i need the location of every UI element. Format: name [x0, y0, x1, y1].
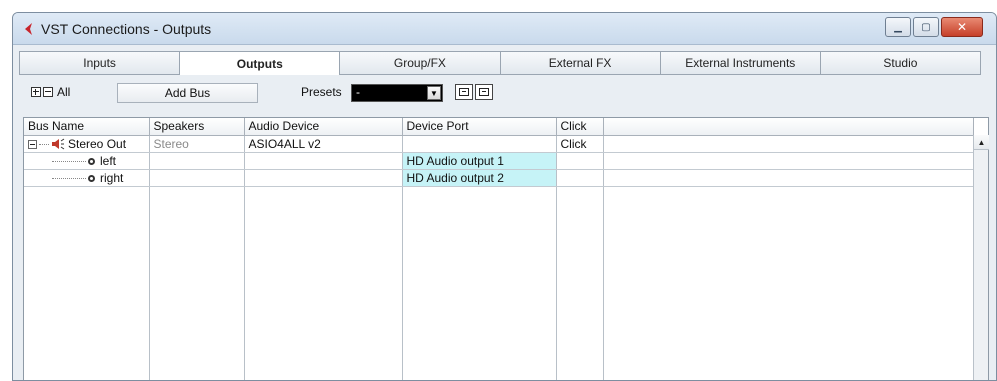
store-preset-button[interactable]: [455, 84, 473, 100]
connection-tabs: Inputs Outputs Group/FX External FX Exte…: [19, 51, 982, 75]
device-port-cell[interactable]: HD Audio output 1: [402, 152, 557, 170]
empty-cell: [603, 152, 974, 170]
column-header-click[interactable]: Click: [556, 118, 604, 136]
bus-name-cell[interactable]: right: [24, 169, 150, 187]
store-preset-icon: [459, 88, 469, 96]
bus-grid: Bus Name Speakers Audio Device Device Po…: [23, 117, 989, 380]
empty-cell: [556, 186, 604, 380]
maximize-button[interactable]: ▢: [913, 17, 939, 37]
channel-name: left: [100, 153, 117, 168]
empty-grid-area: [24, 186, 974, 380]
tree-connector: [52, 177, 86, 179]
empty-cell: [244, 186, 403, 380]
audio-device-cell[interactable]: ASIO4ALL v2: [244, 135, 403, 153]
empty-cell: [24, 186, 150, 380]
tree-connector: [39, 143, 49, 145]
presets-label: Presets: [301, 85, 342, 99]
channel-node-icon: [88, 174, 95, 182]
window-title: VST Connections - Outputs: [41, 21, 212, 37]
column-header-speakers[interactable]: Speakers: [149, 118, 245, 136]
empty-cell: [402, 186, 557, 380]
column-header-bus-name[interactable]: Bus Name: [24, 118, 150, 136]
grid-header: Bus Name Speakers Audio Device Device Po…: [24, 118, 974, 136]
bus-name: Stereo Out: [68, 136, 127, 151]
chevron-down-icon[interactable]: ▼: [427, 86, 441, 100]
presets-value: -: [356, 85, 360, 99]
maximize-icon: ▢: [921, 21, 931, 33]
channel-node-icon: [88, 157, 95, 165]
remove-preset-icon: [479, 88, 489, 96]
table-row[interactable]: left HD Audio output 1: [24, 152, 974, 170]
audio-device-cell[interactable]: [244, 169, 403, 187]
empty-cell: [603, 186, 974, 380]
presets-select[interactable]: - ▼: [351, 84, 443, 102]
add-bus-button[interactable]: Add Bus: [117, 83, 258, 103]
minimize-icon: ▁: [894, 21, 902, 33]
scroll-up-icon[interactable]: ▲: [974, 135, 989, 150]
tab-external-instruments[interactable]: External Instruments: [659, 51, 820, 75]
close-button[interactable]: ✕: [941, 17, 983, 37]
speakers-cell[interactable]: [149, 169, 245, 187]
speaker-icon: [52, 138, 65, 150]
empty-cell: [149, 186, 245, 380]
tab-inputs[interactable]: Inputs: [19, 51, 180, 75]
toolbar: All Add Bus Presets - ▼: [13, 81, 996, 107]
empty-cell: [603, 169, 974, 187]
vertical-scrollbar[interactable]: ▲: [973, 135, 989, 380]
vst-connections-window: VST Connections - Outputs ▁ ▢ ✕ Inputs O…: [12, 12, 997, 381]
device-port-cell[interactable]: HD Audio output 2: [402, 169, 557, 187]
collapse-tree-icon[interactable]: [28, 139, 37, 149]
tree-connector: [52, 160, 86, 162]
tab-external-fx[interactable]: External FX: [499, 51, 660, 75]
audio-device-cell[interactable]: [244, 152, 403, 170]
channel-name: right: [100, 170, 124, 185]
device-port-cell[interactable]: [402, 135, 557, 153]
remove-preset-button[interactable]: [475, 84, 493, 100]
bus-name-cell[interactable]: left: [24, 152, 150, 170]
empty-cell: [603, 135, 974, 153]
minimize-button[interactable]: ▁: [885, 17, 911, 37]
column-header-device-port[interactable]: Device Port: [402, 118, 557, 136]
title-bar[interactable]: VST Connections - Outputs ▁ ▢ ✕: [13, 13, 996, 45]
table-row[interactable]: Stereo Out Stereo ASIO4ALL v2 Click: [24, 135, 974, 153]
column-header-empty: [603, 118, 974, 136]
expand-collapse-all: [31, 87, 53, 97]
table-row[interactable]: right HD Audio output 2: [24, 169, 974, 187]
expand-all-icon[interactable]: [31, 87, 41, 97]
tab-studio[interactable]: Studio: [819, 51, 982, 75]
tab-group-fx[interactable]: Group/FX: [339, 51, 500, 75]
click-cell[interactable]: Click: [556, 135, 604, 153]
cubase-logo-icon: [25, 23, 32, 35]
tab-outputs[interactable]: Outputs: [179, 51, 340, 75]
bus-name-cell[interactable]: Stereo Out: [24, 135, 150, 153]
click-cell[interactable]: [556, 152, 604, 170]
speakers-cell[interactable]: [149, 152, 245, 170]
click-cell[interactable]: [556, 169, 604, 187]
all-label: All: [57, 85, 71, 99]
collapse-all-icon[interactable]: [43, 87, 53, 97]
column-header-audio-device[interactable]: Audio Device: [244, 118, 403, 136]
speakers-cell[interactable]: Stereo: [149, 135, 245, 153]
close-icon: ✕: [956, 20, 968, 34]
